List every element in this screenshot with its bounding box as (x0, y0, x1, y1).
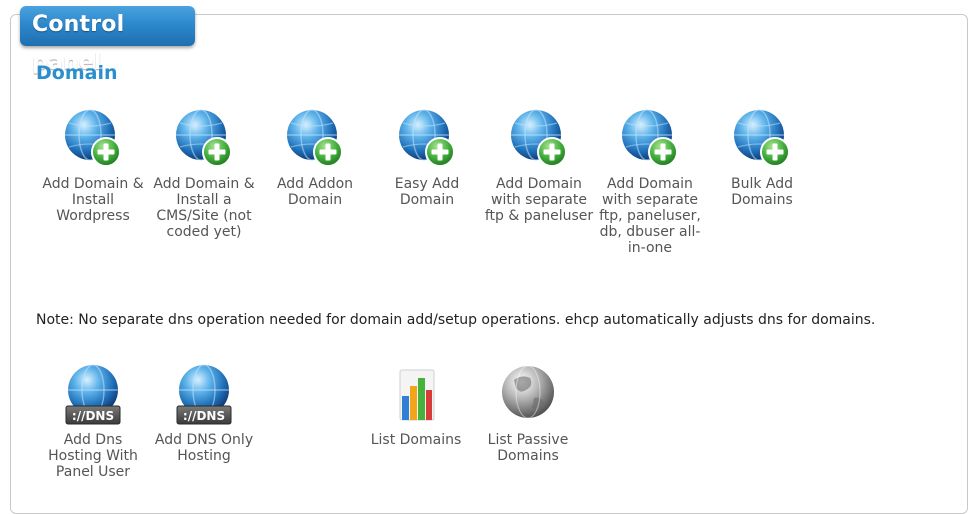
globe-add-icon (397, 108, 457, 170)
tile-label: Add DNS Only Hosting (154, 432, 254, 464)
bulk-add-domains-button[interactable]: Bulk Add Domains (706, 108, 818, 208)
globe-add-icon (63, 108, 123, 170)
tile-label: Add Domain & Install a CMS/Site (not cod… (153, 176, 255, 240)
tile-label: Add Domain & Install Wordpress (42, 176, 144, 224)
globe-add-icon (732, 108, 792, 170)
add-domain-install-cms-button[interactable]: Add Domain & Install a CMS/Site (not cod… (148, 108, 260, 240)
domain-section-title: Domain (36, 62, 118, 84)
grey-globe-icon (498, 364, 558, 426)
tile-label: List Passive Domains (487, 432, 569, 464)
add-dns-only-hosting-button[interactable]: ://DNS Add DNS Only Hosting (148, 364, 260, 464)
globe-add-icon (285, 108, 345, 170)
bar-chart-icon (386, 364, 446, 426)
tile-label: Bulk Add Domains (730, 176, 794, 208)
list-domains-button[interactable]: List Domains (360, 364, 472, 448)
panel-title: Control panel (20, 6, 195, 75)
add-domain-all-in-one-button[interactable]: Add Domain with separate ftp, paneluser,… (594, 108, 706, 256)
dns-badge-text: ://DNS (183, 409, 225, 423)
dns-globe-icon: ://DNS (63, 364, 123, 426)
globe-add-icon (174, 108, 234, 170)
tile-label: Add Addon Domain (276, 176, 354, 208)
globe-add-icon (509, 108, 569, 170)
add-addon-domain-button[interactable]: Add Addon Domain (259, 108, 371, 208)
dns-note: Note: No separate dns operation needed f… (36, 312, 876, 328)
dns-badge-text: ://DNS (72, 409, 114, 423)
add-dns-hosting-with-panel-user-button[interactable]: ://DNS Add Dns Hosting With Panel User (37, 364, 149, 480)
dns-globe-icon: ://DNS (174, 364, 234, 426)
tile-label: List Domains (370, 432, 462, 448)
tile-label: Add Dns Hosting With Panel User (48, 432, 138, 480)
list-passive-domains-button[interactable]: List Passive Domains (472, 364, 584, 464)
tile-label: Add Domain with separate ftp, paneluser,… (599, 176, 701, 256)
tile-label: Easy Add Domain (394, 176, 460, 208)
tile-label: Add Domain with separate ftp & paneluser (484, 176, 594, 224)
easy-add-domain-button[interactable]: Easy Add Domain (371, 108, 483, 208)
add-domain-separate-ftp-button[interactable]: Add Domain with separate ftp & paneluser (483, 108, 595, 224)
add-domain-install-wordpress-button[interactable]: Add Domain & Install Wordpress (37, 108, 149, 224)
globe-add-icon (620, 108, 680, 170)
